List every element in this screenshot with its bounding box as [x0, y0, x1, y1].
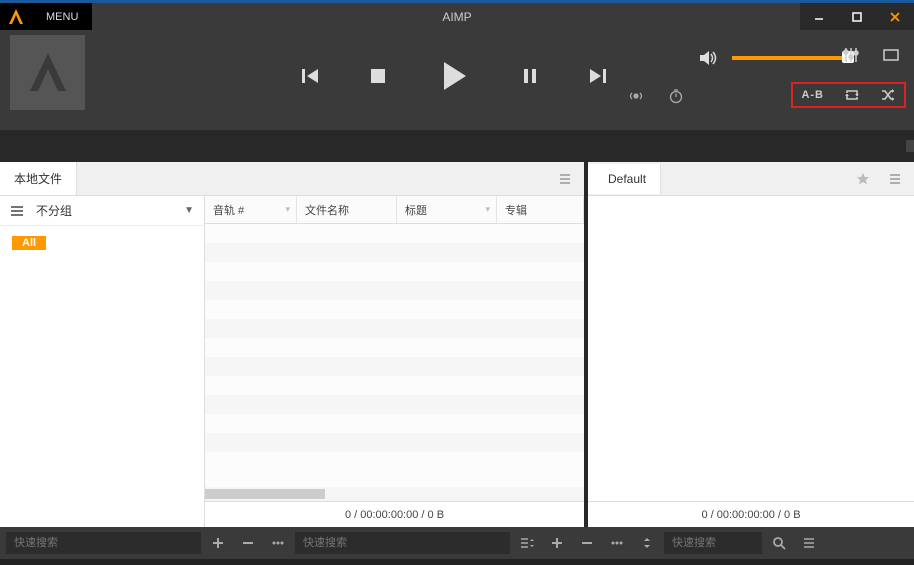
remove-button[interactable] — [235, 532, 261, 554]
horizontal-scrollbar[interactable] — [205, 487, 584, 501]
play-button[interactable] — [436, 58, 472, 94]
window-controls — [800, 3, 914, 30]
volume-slider[interactable] — [732, 56, 852, 60]
hamburger-icon — [10, 204, 24, 218]
volume-area — [698, 48, 852, 68]
player-area: A-B — [0, 30, 914, 130]
right-panel-footer: 0 / 00:00:00:00 / 0 B — [588, 501, 914, 527]
app-title: AIMP — [442, 10, 471, 24]
move-button[interactable] — [634, 532, 660, 554]
col-track[interactable]: 音轨 #▾ — [205, 196, 297, 223]
search-input-middle[interactable] — [295, 532, 510, 554]
col-title[interactable]: 标题▾ — [397, 196, 497, 223]
tab-default[interactable]: Default — [588, 164, 661, 194]
search-input-left[interactable] — [6, 532, 201, 554]
previous-button[interactable] — [300, 66, 320, 86]
group-label: 不分组 — [36, 202, 72, 219]
filter-icon[interactable]: ▾ — [485, 204, 490, 215]
col-album[interactable]: 专辑 — [497, 196, 584, 223]
right-panel-menu-icon[interactable] — [888, 172, 902, 186]
logo-menu-area: MENU — [0, 3, 92, 30]
close-button[interactable] — [876, 3, 914, 30]
app-logo-icon — [0, 3, 32, 30]
timer-icon[interactable] — [668, 88, 684, 104]
playlist-add-button[interactable] — [544, 532, 570, 554]
repeat-shuffle-box: A-B — [791, 82, 906, 108]
menu-button[interactable]: MENU — [32, 3, 92, 30]
add-button[interactable] — [205, 532, 231, 554]
equalizer-button[interactable] — [842, 46, 860, 64]
bottom-menu-button[interactable] — [796, 532, 822, 554]
minimize-button[interactable] — [800, 3, 838, 30]
group-select[interactable]: 不分组 ▼ — [0, 196, 204, 226]
panels: 本地文件 不分组 ▼ All 音轨 #▾ 文件名称 标题▾ 专辑 — [0, 162, 914, 527]
stop-button[interactable] — [368, 66, 388, 86]
left-panel-header: 本地文件 — [0, 162, 584, 196]
search-button[interactable] — [766, 532, 792, 554]
col-filename[interactable]: 文件名称 — [297, 196, 397, 223]
grid-rows[interactable] — [205, 224, 584, 487]
more-button[interactable] — [265, 532, 291, 554]
ab-repeat-button[interactable]: A-B — [801, 89, 824, 101]
favorite-icon[interactable] — [856, 172, 870, 186]
grid-headers: 音轨 #▾ 文件名称 标题▾ 专辑 — [205, 196, 584, 224]
radio-icon[interactable] — [628, 88, 644, 104]
playlist-remove-button[interactable] — [574, 532, 600, 554]
track-grid: 音轨 #▾ 文件名称 标题▾ 专辑 0 / 00:00:00:00 / 0 B — [205, 196, 584, 527]
sort-button[interactable] — [514, 532, 540, 554]
next-button[interactable] — [588, 66, 608, 86]
local-files-panel: 本地文件 不分组 ▼ All 音轨 #▾ 文件名称 标题▾ 专辑 — [0, 162, 584, 527]
separator-bar — [0, 130, 914, 162]
group-sidebar: 不分组 ▼ All — [0, 196, 205, 527]
left-panel-menu-icon[interactable] — [558, 172, 572, 186]
album-art — [10, 35, 85, 110]
right-panel-header: Default — [588, 162, 914, 196]
left-panel-body: 不分组 ▼ All 音轨 #▾ 文件名称 标题▾ 专辑 — [0, 196, 584, 527]
pause-button[interactable] — [520, 66, 540, 86]
shuffle-button[interactable] — [880, 87, 896, 103]
title-bar: MENU AIMP — [0, 0, 914, 30]
visualization-button[interactable] — [882, 46, 900, 64]
scrollbar-thumb[interactable] — [205, 489, 325, 499]
search-input-right[interactable] — [664, 532, 762, 554]
tab-local-files[interactable]: 本地文件 — [0, 162, 77, 195]
playlist-more-button[interactable] — [604, 532, 630, 554]
chevron-down-icon: ▼ — [184, 205, 194, 216]
maximize-button[interactable] — [838, 3, 876, 30]
left-panel-footer: 0 / 00:00:00:00 / 0 B — [205, 501, 584, 527]
playlist-panel: Default 0 / 00:00:00:00 / 0 B — [588, 162, 914, 527]
side-handle[interactable] — [906, 140, 914, 152]
bottom-bar — [0, 527, 914, 559]
playlist-body[interactable] — [588, 196, 914, 501]
repeat-button[interactable] — [844, 87, 860, 103]
filter-icon[interactable]: ▾ — [285, 204, 290, 215]
volume-icon[interactable] — [698, 48, 718, 68]
transport-controls — [300, 58, 608, 94]
all-tag[interactable]: All — [12, 236, 46, 250]
